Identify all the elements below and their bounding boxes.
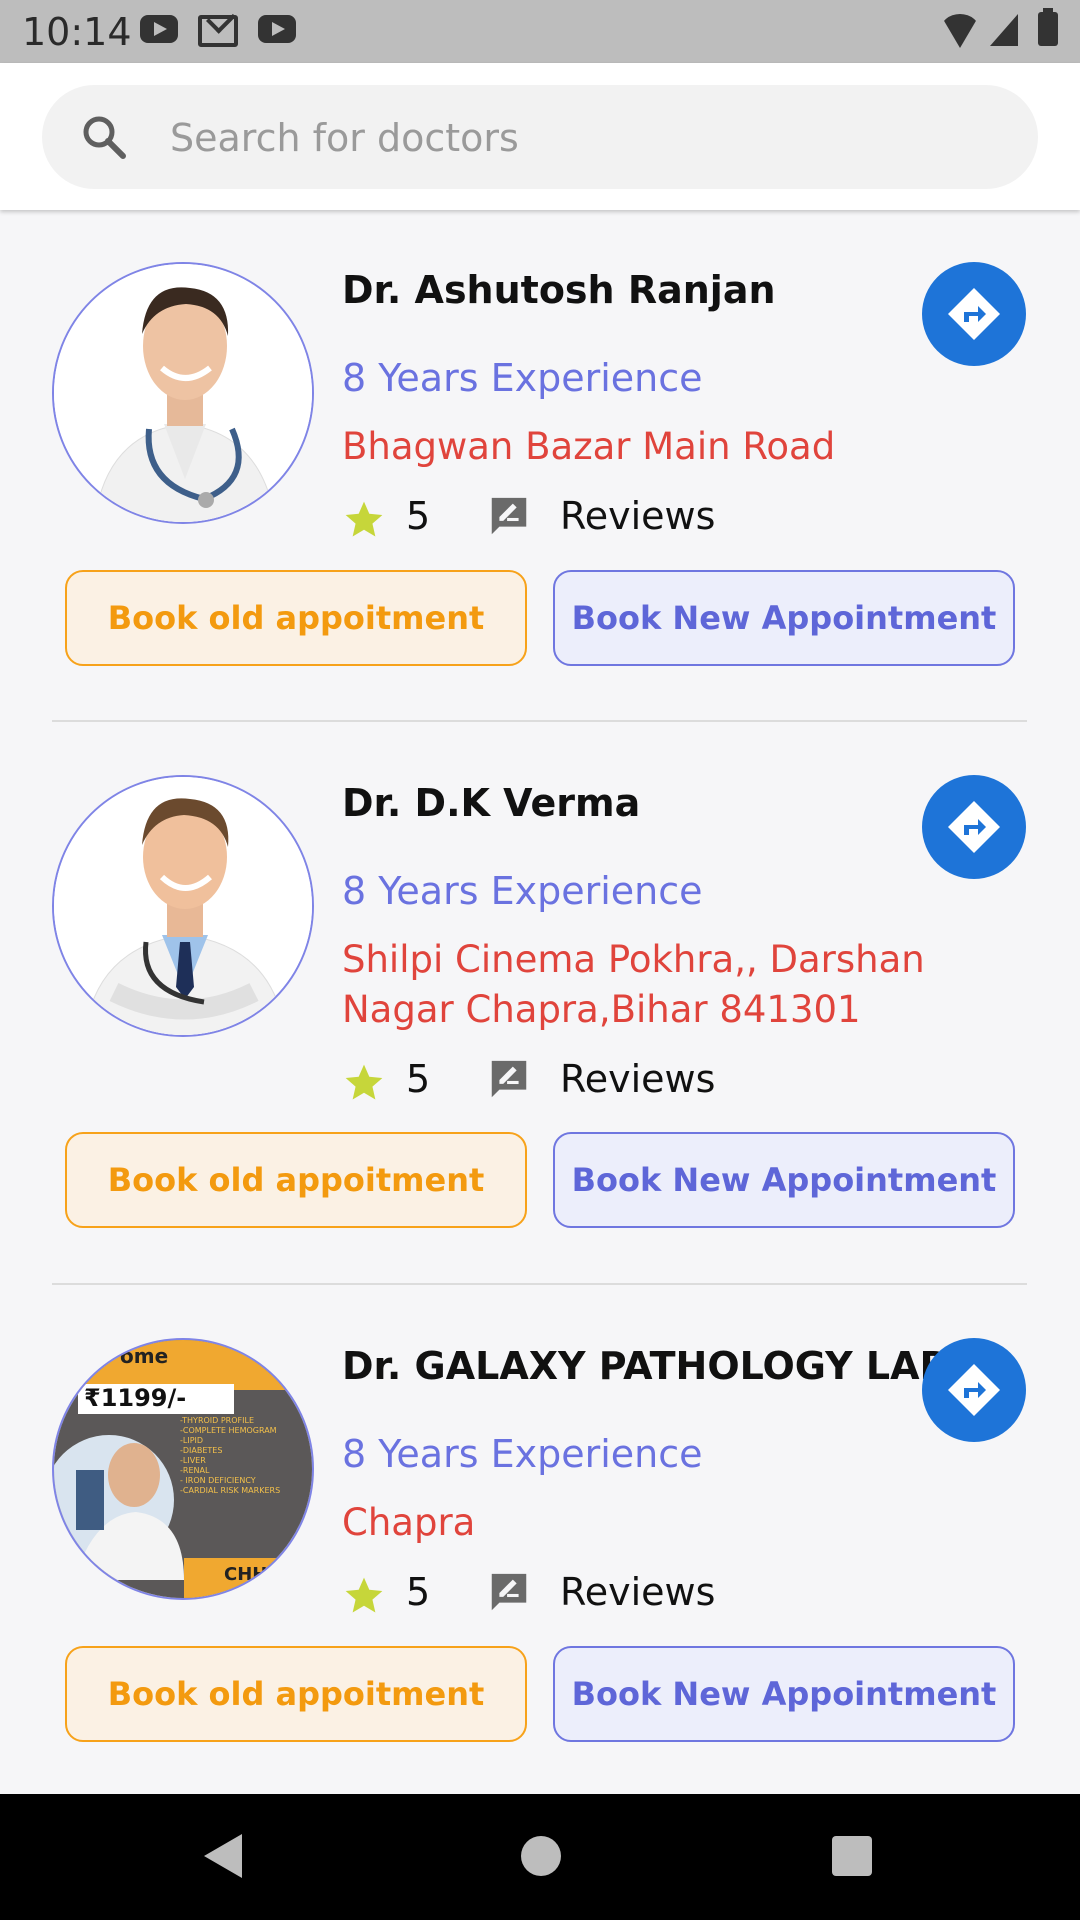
card-divider (52, 1283, 1027, 1285)
doctor-name: Dr. GALAXY PATHOLOGY LAB (342, 1344, 949, 1388)
book-new-appointment-button[interactable]: Book New Appointment (553, 570, 1015, 666)
star-icon (345, 1577, 383, 1613)
doctor-photo (54, 777, 312, 1035)
signal-icon (990, 14, 1018, 46)
book-old-appointment-button[interactable]: Book old appoitment (65, 1132, 527, 1228)
poster-test-item: -DIABETES (180, 1446, 223, 1455)
navigation-bar (0, 1794, 1080, 1920)
reviews-label[interactable]: Reviews (560, 1570, 715, 1614)
rating-value: 5 (406, 1570, 431, 1614)
directions-icon (948, 801, 1000, 853)
review-icon[interactable] (486, 1570, 532, 1616)
search-icon (83, 116, 126, 159)
doctor-avatar (52, 262, 314, 524)
directions-icon (948, 288, 1000, 340)
poster-test-item: -THYROID PROFILE (180, 1416, 255, 1425)
search-bar[interactable] (42, 85, 1038, 189)
back-icon[interactable] (204, 1834, 242, 1878)
poster-test-item: -LIPID (180, 1436, 204, 1445)
card-divider (52, 720, 1027, 722)
poster-test-item: -COMPLETE HEMOGRAM (180, 1426, 277, 1435)
recents-icon[interactable] (832, 1836, 872, 1876)
status-bar: 10:14 (0, 0, 1080, 63)
poster-test-item: - IRON DEFICIENCY (180, 1476, 256, 1485)
poster-test-item: -LIVER (180, 1456, 206, 1465)
rating-value: 5 (406, 1057, 431, 1101)
rating-value: 5 (406, 494, 431, 538)
doctor-address: Bhagwan Bazar Main Road (342, 425, 836, 468)
doctor-experience: 8 Years Experience (342, 869, 703, 913)
doctor-name: Dr. D.K Verma (342, 781, 641, 825)
youtube-icon (258, 15, 296, 43)
doctor-address: Chapra (342, 1501, 476, 1544)
star-icon (345, 501, 383, 537)
status-time: 10:14 (22, 10, 132, 54)
poster-bottom-text: CHHA (224, 1564, 282, 1585)
reviews-label[interactable]: Reviews (560, 494, 715, 538)
doctor-experience: 8 Years Experience (342, 356, 703, 400)
star-icon (345, 1064, 383, 1100)
book-old-appointment-button[interactable]: Book old appoitment (65, 1646, 527, 1742)
poster-price: ₹1199/- (84, 1384, 187, 1412)
poster-tests: -THYROID PROFILE -COMPLETE HEMOGRAM -LIP… (180, 1416, 300, 1496)
book-old-appointment-button[interactable]: Book old appoitment (65, 570, 527, 666)
doctor-avatar (52, 775, 314, 1037)
doctor-address: Shilpi Cinema Pokhra,, Darshan Nagar Cha… (342, 938, 925, 1031)
doctor-name: Dr. Ashutosh Ranjan (342, 268, 776, 312)
doctor-experience: 8 Years Experience (342, 1432, 703, 1476)
book-new-appointment-button[interactable]: Book New Appointment (553, 1132, 1015, 1228)
poster-top-text: ome (120, 1344, 169, 1368)
battery-icon (1038, 8, 1058, 46)
reviews-label[interactable]: Reviews (560, 1057, 715, 1101)
search-input[interactable] (168, 105, 992, 171)
home-icon[interactable] (521, 1836, 561, 1876)
review-icon[interactable] (486, 1057, 532, 1103)
directions-button[interactable] (922, 775, 1026, 879)
youtube-icon (140, 15, 178, 43)
search-header (0, 63, 1080, 210)
wifi-icon (940, 14, 980, 48)
doctor-avatar: ome ₹1199/- -THYROID PROFILE -COMPLETE H… (52, 1338, 314, 1600)
doctor-photo (54, 264, 312, 522)
review-icon[interactable] (486, 494, 532, 540)
directions-icon (948, 1364, 1000, 1416)
gmail-icon (198, 15, 238, 47)
book-new-appointment-button[interactable]: Book New Appointment (553, 1646, 1015, 1742)
directions-button[interactable] (922, 262, 1026, 366)
poster-test-item: -RENAL (180, 1466, 210, 1475)
directions-button[interactable] (922, 1338, 1026, 1442)
poster-test-item: -CARDIAL RISK MARKERS (180, 1486, 281, 1495)
